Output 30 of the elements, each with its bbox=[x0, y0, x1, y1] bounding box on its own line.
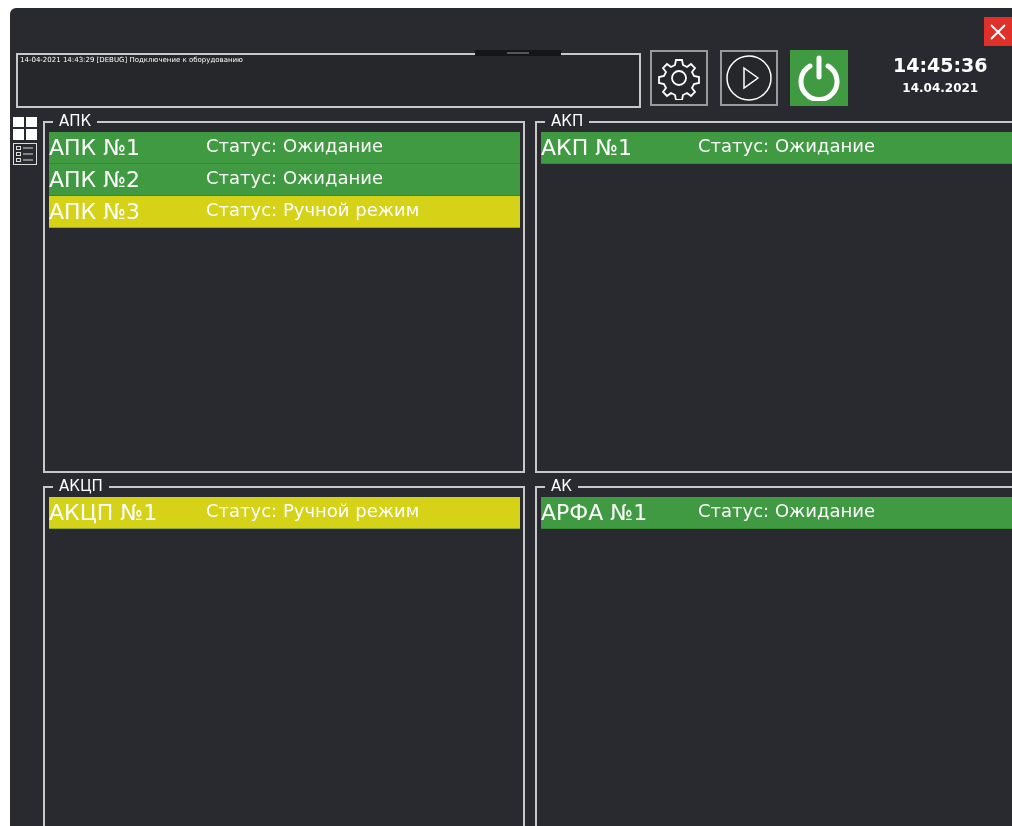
group-title: АКЦП bbox=[53, 476, 109, 496]
device-name: АПК №1 bbox=[49, 133, 142, 162]
device-name: АПК №3 bbox=[49, 197, 142, 226]
power-icon bbox=[796, 55, 842, 101]
list-view-icon[interactable] bbox=[13, 143, 37, 165]
device-row[interactable]: АПК №2 Статус: Ожидание bbox=[49, 164, 520, 196]
play-icon bbox=[725, 54, 773, 102]
device-status: Статус: Ожидание bbox=[698, 133, 875, 158]
close-icon bbox=[989, 22, 1007, 41]
play-button[interactable] bbox=[720, 50, 778, 106]
device-status: Статус: Ожидание bbox=[206, 133, 383, 158]
device-row[interactable]: АПК №1 Статус: Ожидание bbox=[49, 132, 520, 164]
power-button[interactable] bbox=[790, 50, 848, 106]
device-status: Статус: Ожидание bbox=[206, 165, 383, 190]
device-name: АКП №1 bbox=[541, 133, 634, 162]
close-button[interactable] bbox=[984, 17, 1012, 46]
tile-view-icon[interactable] bbox=[13, 117, 37, 140]
device-name: АПК №2 bbox=[49, 165, 142, 194]
clock-time: 14:45:36 bbox=[893, 53, 988, 78]
device-name: АРФА №1 bbox=[541, 498, 649, 527]
device-status: Статус: Ручной режим bbox=[206, 197, 420, 222]
device-name: АКЦП №1 bbox=[49, 498, 159, 527]
device-row[interactable]: АКП №1 Статус: Ожидание bbox=[541, 132, 1012, 164]
device-status: Статус: Ожидание bbox=[698, 498, 875, 523]
settings-button[interactable] bbox=[650, 50, 708, 106]
device-status: Статус: Ручной режим bbox=[206, 498, 420, 523]
settings-icon bbox=[657, 56, 701, 100]
resize-handle[interactable] bbox=[475, 50, 561, 56]
device-row[interactable]: АРФА №1 Статус: Ожидание bbox=[541, 497, 1012, 529]
clock-date: 14.04.2021 bbox=[902, 80, 979, 97]
